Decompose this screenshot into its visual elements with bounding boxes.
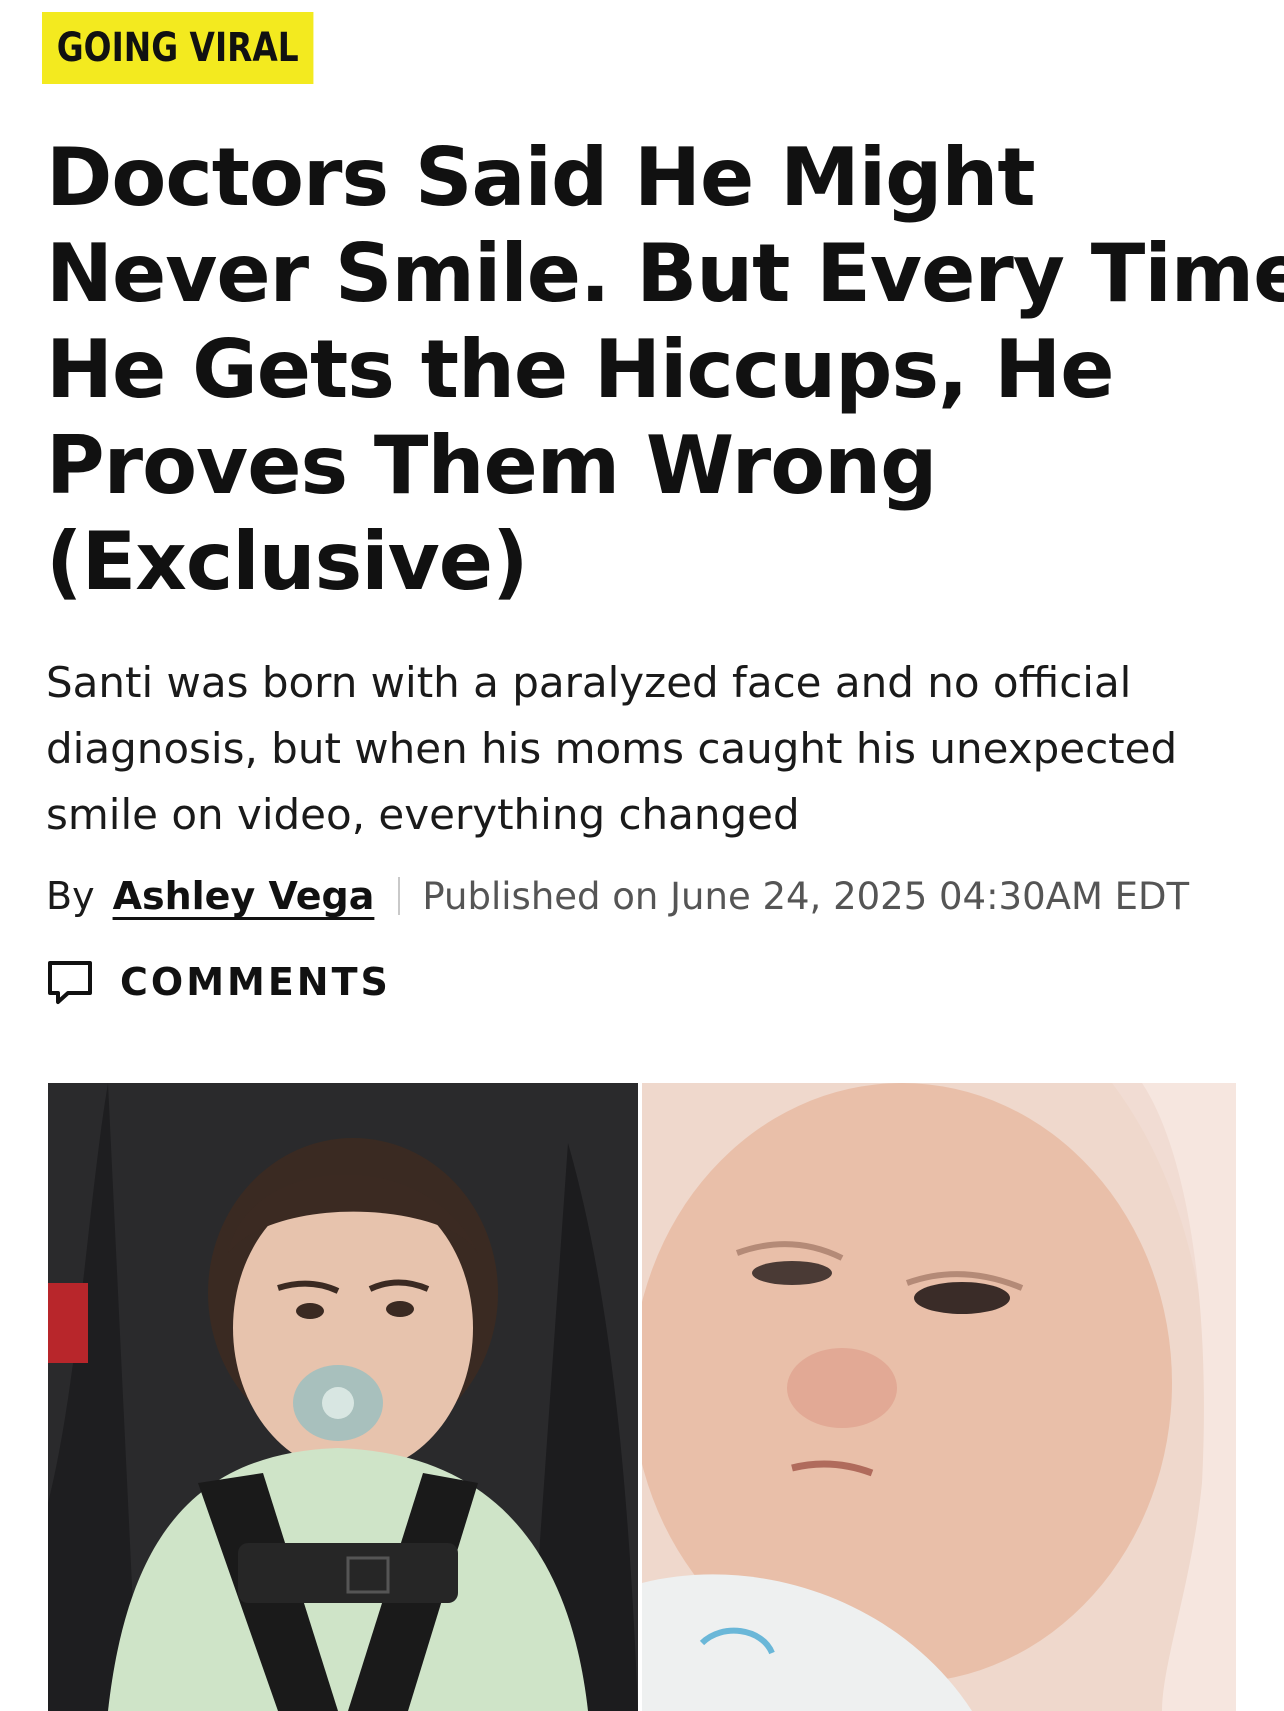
article-dek: Santi was born with a paralyzed face and…	[46, 650, 1246, 848]
byline-divider	[398, 877, 401, 915]
section-kicker[interactable]: GOING VIRAL	[42, 12, 314, 84]
dek-line: Santi was born with a paralyzed face and…	[46, 658, 1132, 707]
byline: By Ashley Vega Published on June 24, 202…	[46, 866, 1189, 926]
dek-line: diagnosis, but when his moms caught his …	[46, 724, 1178, 773]
comments-button[interactable]: COMMENTS	[46, 956, 391, 1008]
lead-image	[48, 1083, 1236, 1711]
comments-label: COMMENTS	[120, 960, 391, 1004]
headline-line: Never Smile. But Every Time	[46, 227, 1284, 320]
headline-line: (Exclusive)	[46, 515, 529, 608]
headline-line: Proves Them Wrong	[46, 419, 937, 512]
lead-image-left-photo	[48, 1083, 638, 1711]
byline-prefix: By	[46, 874, 95, 918]
author-link[interactable]: Ashley Vega	[113, 874, 375, 918]
headline-line: Doctors Said He Might	[46, 131, 1036, 224]
comment-bubble-icon	[48, 961, 92, 1004]
lead-image-right-photo	[642, 1083, 1236, 1711]
article-headline: Doctors Said He Might Never Smile. But E…	[46, 130, 1284, 610]
dek-line: smile on video, everything changed	[46, 790, 800, 839]
publish-date: Published on June 24, 2025 04:30AM EDT	[422, 874, 1190, 918]
infant-closeup-photo	[642, 1083, 1236, 1711]
toddler-car-seat-photo	[48, 1083, 638, 1711]
headline-line: He Gets the Hiccups, He	[46, 323, 1115, 416]
